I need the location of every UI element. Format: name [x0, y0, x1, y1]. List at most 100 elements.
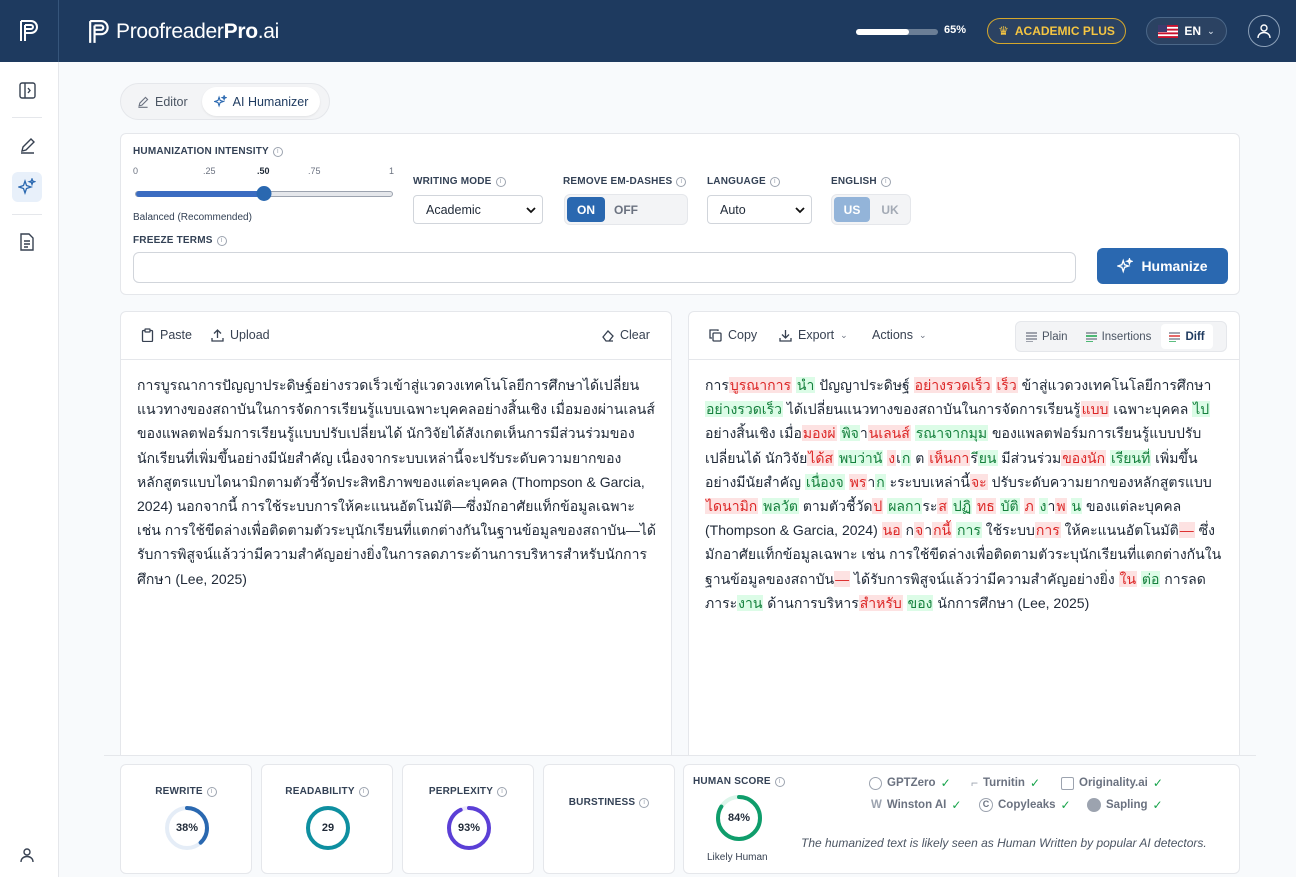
brand-logo[interactable]: ProofreaderPro.ai	[88, 17, 279, 47]
winston-icon: W	[871, 799, 882, 811]
diff-deletion: นอ	[881, 522, 902, 539]
diff-text: ด้านการบริหาร	[763, 594, 859, 611]
detector-sapling: Sapling ✓	[1087, 798, 1163, 812]
perplexity-value: 93%	[457, 822, 481, 834]
diff-text: อย่างสิ้นเชิง เมื่อ	[705, 425, 802, 442]
tab-editor[interactable]: Editor	[125, 87, 200, 116]
input-text[interactable]: การบูรณาการปัญญาประดิษฐ์อย่างรวดเร็วเข้า…	[137, 373, 657, 591]
output-diff-text[interactable]: การบูรณาการ นำ ปัญญาประดิษฐ์ อย่างรวดเร็…	[705, 373, 1225, 615]
sidebar-toggle-button[interactable]	[12, 75, 42, 105]
writing-mode-label: WRITING MODE i	[413, 176, 506, 187]
info-icon[interactable]: i	[358, 786, 369, 797]
check-icon: ✓	[1029, 776, 1041, 790]
english-uk-button[interactable]: UK	[872, 197, 908, 222]
sidebar-item-editor[interactable]	[12, 130, 42, 160]
check-icon: ✓	[940, 776, 951, 790]
readability-value: 29	[321, 822, 335, 834]
view-diff-button[interactable]: Diff	[1161, 324, 1213, 349]
export-label: Export	[798, 328, 835, 342]
intensity-slider-thumb[interactable]	[256, 186, 272, 201]
usage-progress-value: 65%	[944, 24, 967, 36]
copy-button[interactable]: Copy	[709, 328, 757, 342]
diff-text: ปัญญาประดิษฐ์	[815, 377, 914, 393]
english-variant-toggle: US UK	[831, 194, 911, 225]
em-dashes-on-button[interactable]: ON	[567, 197, 605, 222]
diff-deletion: —	[1178, 522, 1195, 539]
detector-gptzero: GPTZero ✓	[869, 776, 951, 790]
clear-button[interactable]: Clear	[601, 328, 650, 342]
diff-text: นักการศึกษา (Lee, 2025)	[933, 594, 1090, 611]
info-icon[interactable]: i	[497, 786, 508, 797]
usage-progress-fill	[856, 29, 910, 35]
diff-deletion: จะ	[969, 473, 988, 490]
diff-deletion: อย่างรวดเร็ว	[913, 377, 992, 393]
freeze-terms-label: FREEZE TERMS i	[133, 235, 227, 246]
info-icon[interactable]: i	[774, 776, 785, 787]
diff-insertion: พลวัต	[762, 498, 799, 515]
upload-button[interactable]: Upload	[211, 328, 270, 342]
check-icon: ✓	[951, 798, 962, 812]
em-dashes-off-button[interactable]: OFF	[605, 197, 647, 222]
diff-text: การ	[705, 377, 729, 393]
writing-mode-select[interactable]: Academic	[413, 195, 543, 224]
actions-label: Actions	[872, 328, 913, 342]
copyleaks-icon: C	[979, 798, 993, 812]
plan-badge[interactable]: ♛ ACADEMIC PLUS	[987, 18, 1126, 44]
copy-icon	[709, 328, 722, 342]
insertions-icon	[1085, 331, 1097, 342]
turnitin-icon: ⌐	[971, 776, 979, 790]
sidebar-item-account[interactable]	[12, 840, 42, 870]
info-icon[interactable]: i	[676, 176, 687, 187]
diff-deletion: ของนัก	[1061, 449, 1107, 466]
crown-icon: ♛	[998, 24, 1009, 38]
info-icon[interactable]: i	[206, 786, 217, 797]
info-icon[interactable]: i	[880, 176, 891, 187]
info-icon[interactable]: i	[639, 797, 650, 808]
sidebar-item-humanizer[interactable]	[12, 172, 42, 202]
detector-copyleaks: C Copyleaks ✓	[979, 798, 1071, 812]
export-button[interactable]: Export ⌄	[779, 328, 848, 342]
clipboard-icon	[141, 328, 154, 342]
intensity-ticks: 0 .25 .50 .75 1	[133, 166, 394, 178]
actions-button[interactable]: Actions ⌄	[872, 328, 927, 342]
info-icon[interactable]: i	[272, 146, 283, 157]
diff-insertion: ปฏิ	[951, 498, 973, 515]
language-value: Auto	[720, 202, 746, 217]
tab-ai-humanizer[interactable]: AI Humanizer	[201, 87, 321, 116]
intensity-slider[interactable]	[135, 186, 393, 201]
human-score-gauge: 84%	[715, 794, 763, 842]
english-us-button[interactable]: US	[834, 197, 870, 222]
diff-insertion: ผลกา	[887, 498, 923, 515]
info-icon[interactable]: i	[216, 235, 227, 246]
upload-icon	[211, 328, 224, 342]
view-insertions-button[interactable]: Insertions	[1078, 324, 1160, 349]
originality-icon	[1061, 776, 1074, 790]
freeze-terms-input[interactable]	[133, 252, 1076, 283]
info-icon[interactable]: i	[769, 176, 780, 187]
diff-deletion: ป	[872, 498, 884, 515]
paste-button[interactable]: Paste	[141, 328, 192, 342]
output-toolbar: Copy Export ⌄ Actions ⌄ Plain Insertions…	[689, 312, 1239, 360]
intensity-tick: .25	[203, 166, 216, 176]
humanize-button[interactable]: Humanize	[1097, 248, 1228, 284]
diff-text: ให้คะแนนอัตโนมัติ	[1060, 522, 1179, 539]
diff-deletion: ไดนามิก	[705, 498, 759, 515]
language-select[interactable]: Auto	[707, 195, 812, 224]
sidebar-item-documents[interactable]	[12, 227, 42, 257]
chevron-down-icon: ⌄	[1207, 25, 1215, 36]
readability-gauge: 29	[305, 805, 351, 851]
info-icon[interactable]: i	[495, 176, 506, 187]
lines-icon	[1026, 331, 1037, 342]
detector-originality: Originality.ai ✓	[1061, 776, 1163, 790]
diff-text: ได้เปลี่ยนแนวทางของสถาบันในการจัดการเรีย…	[782, 401, 1081, 418]
chevron-down-icon: ⌄	[919, 329, 927, 340]
language-switcher[interactable]: EN ⌄	[1146, 17, 1227, 45]
diff-text	[992, 377, 996, 393]
chevron-down-icon	[795, 207, 805, 214]
diff-text: ตามตัวชี้วัด	[798, 498, 873, 515]
view-plain-button[interactable]: Plain	[1018, 324, 1076, 349]
readability-score-card: READABILITY i 29	[261, 764, 393, 874]
app-logo-cell[interactable]	[0, 0, 59, 62]
diff-text: ใช้ระบบ	[981, 522, 1035, 539]
user-menu-button[interactable]	[1248, 15, 1280, 47]
